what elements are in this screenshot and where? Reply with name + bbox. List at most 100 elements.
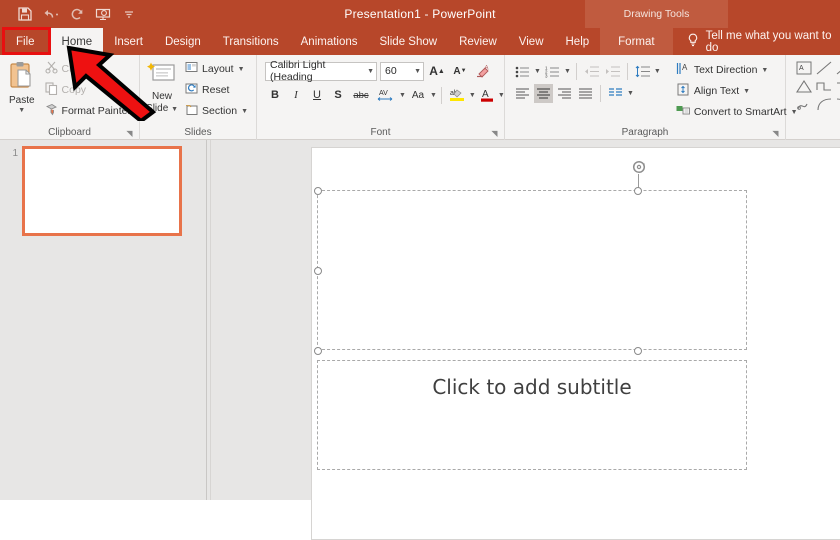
line-spacing-icon[interactable] bbox=[633, 62, 652, 81]
curve-shape[interactable] bbox=[836, 97, 840, 114]
tab-insert[interactable]: Insert bbox=[103, 28, 154, 55]
change-case-icon[interactable]: Aa bbox=[407, 85, 429, 105]
line-arrow-shape[interactable] bbox=[836, 61, 840, 78]
lightbulb-icon bbox=[687, 33, 699, 50]
align-center-icon[interactable] bbox=[534, 83, 553, 103]
paste-button[interactable]: Paste ▼ bbox=[5, 59, 39, 114]
start-presentation-icon[interactable] bbox=[90, 3, 116, 25]
underline-icon[interactable]: U bbox=[307, 85, 327, 105]
cut-button[interactable]: Cut bbox=[42, 59, 134, 79]
character-spacing-icon[interactable]: AV bbox=[374, 85, 398, 105]
rectangle-shape[interactable] bbox=[836, 79, 840, 96]
handle-top-left[interactable] bbox=[314, 187, 322, 195]
triangle-shape[interactable] bbox=[795, 79, 815, 96]
customize-qat-icon[interactable] bbox=[116, 3, 142, 25]
handle-bottom-left[interactable] bbox=[314, 347, 322, 355]
columns-icon[interactable] bbox=[606, 84, 625, 103]
copy-button[interactable]: Copy bbox=[42, 80, 134, 100]
paste-dropdown-arrow-icon[interactable]: ▼ bbox=[18, 107, 25, 114]
font-dialog-launcher-icon[interactable]: ◥ bbox=[490, 129, 499, 138]
text-shadow-icon[interactable]: S bbox=[328, 85, 348, 105]
line-shape[interactable] bbox=[816, 61, 835, 78]
new-slide-button[interactable]: New Slide ▼ bbox=[145, 59, 179, 115]
paragraph-group-label: Paragraph ◥ bbox=[505, 124, 785, 140]
italic-icon[interactable]: I bbox=[286, 85, 306, 105]
title-placeholder[interactable] bbox=[314, 160, 747, 355]
section-dropdown-arrow-icon[interactable]: ▼ bbox=[241, 108, 248, 115]
handle-bottom-center[interactable] bbox=[634, 347, 642, 355]
shapes-gallery[interactable]: A bbox=[795, 61, 840, 114]
slide-surface[interactable]: Click to add subtitle bbox=[311, 147, 840, 540]
font-size-dropdown-arrow-icon[interactable]: ▼ bbox=[414, 68, 421, 75]
change-case-dropdown-arrow-icon[interactable]: ▼ bbox=[430, 92, 437, 99]
tab-design[interactable]: Design bbox=[154, 28, 212, 55]
columns-dropdown-arrow-icon[interactable]: ▼ bbox=[627, 90, 634, 97]
new-slide-dropdown-arrow-icon[interactable]: ▼ bbox=[171, 106, 178, 113]
elbow-connector-shape[interactable] bbox=[816, 79, 835, 96]
paragraph-dialog-launcher-icon[interactable]: ◥ bbox=[771, 129, 780, 138]
layout-button[interactable]: Layout ▼ bbox=[182, 59, 251, 79]
tab-format[interactable]: Format bbox=[600, 28, 673, 55]
strikethrough-icon[interactable]: abc bbox=[349, 85, 373, 105]
drawing-group-label bbox=[786, 124, 840, 140]
font-size-input[interactable]: 60 ▼ bbox=[380, 61, 424, 81]
decrease-indent-icon[interactable] bbox=[582, 62, 601, 81]
arc-shape[interactable] bbox=[816, 97, 835, 114]
tab-slide-show[interactable]: Slide Show bbox=[369, 28, 449, 55]
tab-transitions[interactable]: Transitions bbox=[212, 28, 290, 55]
slide-thumbnail-1[interactable] bbox=[22, 146, 182, 236]
text-direction-button[interactable]: A Text Direction ▼ bbox=[673, 60, 801, 80]
reset-button[interactable]: Reset bbox=[182, 80, 251, 100]
align-text-dropdown-arrow-icon[interactable]: ▼ bbox=[743, 88, 750, 95]
section-button[interactable]: Section ▼ bbox=[182, 101, 251, 121]
numbering-icon[interactable]: 123 bbox=[543, 62, 562, 81]
increase-font-size-icon[interactable]: A ▲ bbox=[427, 61, 447, 81]
text-highlight-color-icon[interactable]: ab bbox=[446, 85, 468, 105]
paste-label: Paste bbox=[8, 95, 35, 106]
undo-icon[interactable] bbox=[38, 3, 64, 25]
decrease-font-size-icon[interactable]: A ▼ bbox=[450, 61, 470, 81]
layout-dropdown-arrow-icon[interactable]: ▼ bbox=[238, 66, 245, 73]
tab-help[interactable]: Help bbox=[555, 28, 601, 55]
clear-formatting-icon[interactable]: A bbox=[473, 61, 493, 81]
tab-animations[interactable]: Animations bbox=[290, 28, 369, 55]
align-text-button[interactable]: Align Text ▼ bbox=[673, 81, 801, 101]
text-direction-dropdown-arrow-icon[interactable]: ▼ bbox=[761, 67, 768, 74]
tell-me-search[interactable]: Tell me what you want to do bbox=[687, 28, 840, 55]
reset-icon bbox=[185, 82, 198, 98]
font-name-dropdown-arrow-icon[interactable]: ▼ bbox=[367, 68, 374, 75]
font-color-dropdown-arrow-icon[interactable]: ▼ bbox=[498, 92, 505, 99]
freeform-shape[interactable] bbox=[796, 97, 815, 114]
tab-view[interactable]: View bbox=[508, 28, 555, 55]
redo-icon[interactable] bbox=[64, 3, 90, 25]
handle-top-center[interactable] bbox=[634, 187, 642, 195]
thumbnail-row[interactable]: 1 bbox=[0, 140, 206, 236]
text-highlight-dropdown-arrow-icon[interactable]: ▼ bbox=[469, 92, 476, 99]
align-right-icon[interactable] bbox=[555, 84, 574, 103]
handle-middle-left[interactable] bbox=[314, 267, 322, 275]
slide-thumbnail-pane[interactable]: 1 bbox=[0, 140, 207, 500]
character-spacing-dropdown-arrow-icon[interactable]: ▼ bbox=[399, 92, 406, 99]
font-color-icon[interactable]: A bbox=[477, 85, 497, 105]
bullets-dropdown-arrow-icon[interactable]: ▼ bbox=[534, 68, 541, 75]
justify-icon[interactable] bbox=[576, 84, 595, 103]
tab-review[interactable]: Review bbox=[448, 28, 508, 55]
clipboard-dialog-launcher-icon[interactable]: ◥ bbox=[125, 129, 134, 138]
line-spacing-dropdown-arrow-icon[interactable]: ▼ bbox=[654, 68, 661, 75]
save-icon[interactable] bbox=[12, 3, 38, 25]
numbering-dropdown-arrow-icon[interactable]: ▼ bbox=[564, 68, 571, 75]
text-box-shape[interactable]: A bbox=[796, 61, 815, 78]
tab-file[interactable]: File bbox=[0, 28, 51, 55]
increase-indent-icon[interactable] bbox=[603, 62, 622, 81]
align-left-icon[interactable] bbox=[513, 84, 532, 103]
tab-home[interactable]: Home bbox=[50, 28, 104, 55]
bullets-icon[interactable] bbox=[513, 62, 532, 81]
bold-icon[interactable]: B bbox=[265, 85, 285, 105]
font-name-input[interactable]: Calibri Light (Heading ▼ bbox=[265, 59, 377, 83]
convert-to-smartart-button[interactable]: Convert to SmartArt ▼ bbox=[673, 102, 801, 122]
slides-label-text: Slides bbox=[184, 126, 212, 138]
rotate-handle-icon[interactable] bbox=[632, 160, 646, 174]
subtitle-placeholder[interactable]: Click to add subtitle bbox=[317, 360, 747, 470]
ribbon-tabs: File Home Insert Design Transitions Anim… bbox=[0, 27, 840, 55]
format-painter-button[interactable]: Format Painter bbox=[42, 101, 134, 121]
